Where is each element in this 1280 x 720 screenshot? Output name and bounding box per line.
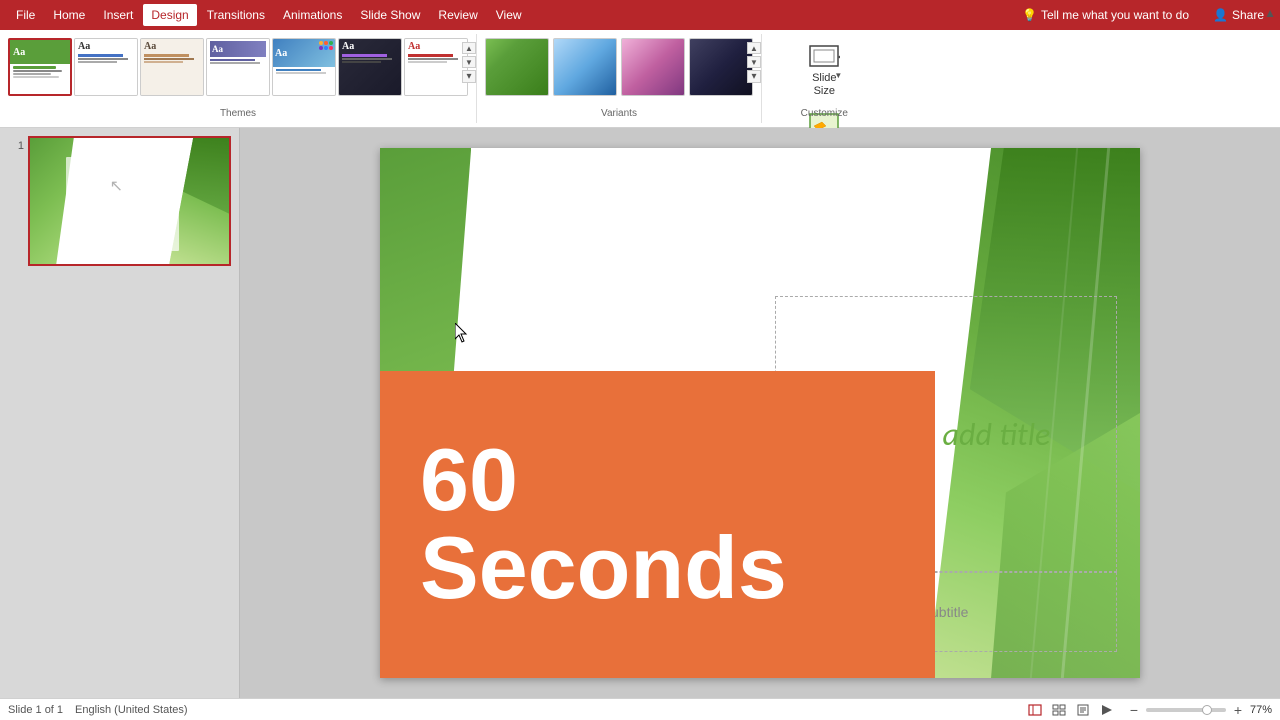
themes-scroll-up[interactable]: ▲ bbox=[462, 42, 476, 54]
slide-thumbnail-container: 1 ↖ bbox=[8, 136, 231, 266]
menu-right: 💡 Tell me what you want to do 👤 Share bbox=[1014, 4, 1272, 26]
menu-view[interactable]: View bbox=[488, 4, 530, 26]
slideshow-button[interactable] bbox=[1096, 701, 1118, 719]
search-bar[interactable]: 💡 Tell me what you want to do bbox=[1014, 4, 1197, 26]
theme-item-1[interactable]: Aa bbox=[8, 38, 72, 96]
menu-slideshow[interactable]: Slide Show bbox=[352, 4, 428, 26]
normal-view-button[interactable] bbox=[1024, 701, 1046, 719]
zoom-in-button[interactable]: + bbox=[1230, 702, 1246, 718]
zoom-slider[interactable] bbox=[1146, 708, 1226, 712]
slide-size-label: SlideSize bbox=[812, 72, 836, 98]
themes-label: Themes bbox=[0, 108, 476, 119]
variants-scroll-more[interactable]: ▾ bbox=[747, 70, 761, 83]
zoom-slider-thumb[interactable] bbox=[1202, 705, 1212, 715]
zoom-percent[interactable]: 77% bbox=[1250, 704, 1272, 716]
customize-label: Customize bbox=[762, 108, 887, 119]
share-label: Share bbox=[1232, 8, 1264, 22]
view-buttons bbox=[1024, 701, 1118, 719]
variants-gallery bbox=[481, 34, 757, 116]
zoom-controls: − + 77% bbox=[1126, 702, 1272, 718]
theme-item-7[interactable]: Aa bbox=[404, 38, 468, 96]
variant-item-2[interactable] bbox=[553, 38, 617, 96]
theme-item-6[interactable]: Aa bbox=[338, 38, 402, 96]
themes-scroll-more[interactable]: ▾ bbox=[462, 70, 476, 83]
variant-item-1[interactable] bbox=[485, 38, 549, 96]
menu-animations[interactable]: Animations bbox=[275, 4, 350, 26]
search-label: Tell me what you want to do bbox=[1041, 8, 1189, 22]
theme-item-2[interactable]: Aa bbox=[74, 38, 138, 96]
lightbulb-icon: 💡 bbox=[1022, 8, 1037, 22]
slide-panel: 1 ↖ bbox=[0, 128, 240, 698]
variants-scroll-down[interactable]: ▼ bbox=[747, 56, 761, 68]
slide-info: Slide 1 of 1 bbox=[8, 704, 63, 716]
status-bar: Slide 1 of 1 English (United States) bbox=[0, 698, 1280, 720]
customize-section: ▼ SlideSize Format Background Customize bbox=[762, 34, 887, 123]
variants-scroll-up[interactable]: ▲ bbox=[747, 42, 761, 54]
theme-item-5[interactable]: Aa bbox=[272, 38, 336, 96]
variant-item-4[interactable] bbox=[689, 38, 753, 96]
menu-transitions[interactable]: Transitions bbox=[199, 4, 273, 26]
menu-bar: File Home Insert Design Transitions Anim… bbox=[0, 0, 1280, 30]
theme-item-4[interactable]: Aa bbox=[206, 38, 270, 96]
menu-home[interactable]: Home bbox=[45, 4, 93, 26]
ribbon: Aa Aa bbox=[0, 30, 1280, 128]
variants-section: ▲ ▼ ▾ Variants bbox=[477, 34, 762, 123]
slide-number: 1 bbox=[8, 140, 24, 152]
themes-section: Aa Aa bbox=[0, 34, 477, 123]
status-right: − + 77% bbox=[1024, 701, 1272, 719]
menu-design[interactable]: Design bbox=[143, 4, 196, 26]
variants-label: Variants bbox=[477, 108, 761, 119]
slide-size-icon bbox=[808, 42, 840, 70]
share-button[interactable]: 👤 Share bbox=[1205, 4, 1272, 26]
language-info: English (United States) bbox=[75, 704, 188, 716]
slide-canvas[interactable]: Click to add title subtitle 60 Seconds bbox=[380, 148, 1140, 678]
variant-item-3[interactable] bbox=[621, 38, 685, 96]
reading-view-button[interactable] bbox=[1072, 701, 1094, 719]
themes-gallery: Aa Aa bbox=[4, 34, 472, 116]
person-icon: 👤 bbox=[1213, 8, 1228, 22]
orange-banner: 60 Seconds bbox=[380, 371, 935, 678]
main-area: 1 ↖ bbox=[0, 128, 1280, 698]
zoom-out-button[interactable]: − bbox=[1126, 702, 1142, 718]
themes-scroll-down[interactable]: ▼ bbox=[462, 56, 476, 68]
slide-thumbnail-1[interactable]: ↖ bbox=[28, 136, 231, 266]
menu-insert[interactable]: Insert bbox=[95, 4, 141, 26]
canvas-area: Click to add title subtitle 60 Seconds bbox=[240, 128, 1280, 698]
menu-review[interactable]: Review bbox=[430, 4, 485, 26]
theme-item-3[interactable]: Aa bbox=[140, 38, 204, 96]
banner-text: 60 Seconds bbox=[420, 436, 895, 612]
slide-size-button[interactable]: ▼ SlideSize bbox=[802, 38, 846, 102]
slide-sorter-button[interactable] bbox=[1048, 701, 1070, 719]
menu-file[interactable]: File bbox=[8, 4, 43, 26]
ribbon-collapse-button[interactable]: ▲ bbox=[1264, 4, 1276, 22]
status-left: Slide 1 of 1 English (United States) bbox=[8, 704, 188, 716]
